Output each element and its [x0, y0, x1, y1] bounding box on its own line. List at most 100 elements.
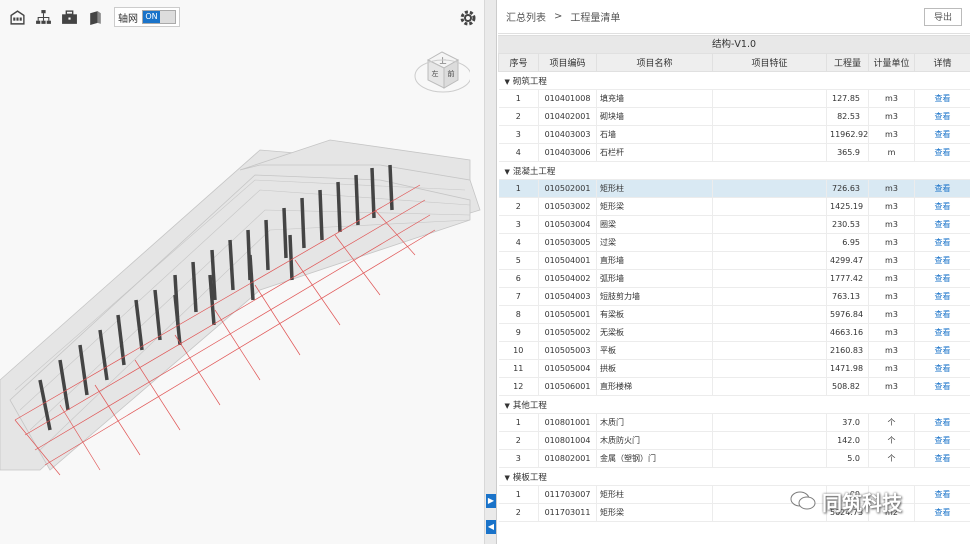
breadcrumb: 汇总列表 > 工程量清单 — [506, 9, 620, 24]
table-row[interactable]: 2 010503002 矩形梁 1425.19 m3 查看 — [498, 197, 970, 216]
view-link-cell: 查看 — [914, 179, 970, 198]
table-group-row[interactable]: ▼ 模板工程 — [498, 467, 970, 486]
table-row[interactable]: 9 010505002 无梁板 4663.16 m3 查看 — [498, 323, 970, 342]
table-group-row[interactable]: ▼ 混凝土工程 — [498, 161, 970, 180]
item-unit-cell: 个 — [868, 431, 915, 450]
toolbox-icon[interactable] — [58, 6, 80, 28]
axis-grid-toggle[interactable]: ON — [142, 10, 176, 24]
collapse-icon[interactable]: ▼ — [505, 78, 510, 86]
table-row[interactable]: 3 010403003 石墙 11962.92 m3 查看 — [498, 125, 970, 144]
table-header: 序号 项目编码 项目名称 项目特征 工程量 计量单位 详情 — [498, 53, 970, 72]
collapse-icon[interactable]: ▼ — [505, 474, 510, 482]
item-quantity-cell: 142.0 — [826, 431, 869, 450]
table-row[interactable]: 1 010502001 矩形柱 726.63 m3 查看 — [498, 179, 970, 198]
table-row[interactable]: 11 010505004 拱板 1471.98 m3 查看 — [498, 359, 970, 378]
table-row[interactable]: 10 010505003 平板 2160.83 m3 查看 — [498, 341, 970, 360]
item-name-cell: 石栏杆 — [596, 143, 713, 162]
item-code-cell: 010504001 — [538, 251, 597, 270]
table-row[interactable]: 2 011703011 矩形梁 5024.73 m2 查看 — [498, 503, 970, 522]
panel-splitter[interactable]: ▶ ◀ — [485, 0, 497, 544]
building-model[interactable] — [0, 110, 485, 540]
table-row[interactable]: 12 010506001 直形楼梯 508.82 m3 查看 — [498, 377, 970, 396]
row-index-cell: 5 — [498, 251, 539, 270]
view-link[interactable]: 查看 — [935, 238, 951, 247]
view-link-cell: 查看 — [914, 341, 970, 360]
gear-icon[interactable] — [458, 8, 478, 28]
view-link[interactable]: 查看 — [935, 220, 951, 229]
table-row[interactable]: 3 010802001 金属（塑钢）门 5.0 个 查看 — [498, 449, 970, 468]
table-row[interactable]: 8 010505001 有梁板 5976.84 m3 查看 — [498, 305, 970, 324]
item-code-cell: 010502001 — [538, 179, 597, 198]
box-icon[interactable] — [84, 6, 106, 28]
building-icon[interactable] — [6, 6, 28, 28]
item-unit-cell: m3 — [868, 341, 915, 360]
breadcrumb-root[interactable]: 汇总列表 — [506, 9, 546, 24]
quantity-table: 序号 项目编码 项目名称 项目特征 工程量 计量单位 详情 ▼ 砌筑工程 1 0104… — [498, 53, 970, 522]
item-feature-cell — [712, 197, 827, 216]
item-quantity-cell: 82.53 — [826, 107, 869, 126]
view-link[interactable]: 查看 — [935, 490, 951, 499]
item-name-cell: 矩形柱 — [596, 179, 713, 198]
view-link[interactable]: 查看 — [935, 346, 951, 355]
collapse-icon[interactable]: ▼ — [505, 168, 510, 176]
group-label: ▼ 混凝土工程 — [498, 161, 970, 180]
model-viewport[interactable]: 轴网 ON 上 左 前 — [0, 0, 485, 544]
view-cube[interactable]: 上 左 前 — [410, 48, 472, 108]
column-header: 序号 — [498, 53, 539, 72]
item-quantity-cell: 2160.83 — [826, 341, 869, 360]
view-link[interactable]: 查看 — [935, 508, 951, 517]
item-name-cell: 矩形梁 — [596, 197, 713, 216]
view-link[interactable]: 查看 — [935, 94, 951, 103]
table-row[interactable]: 6 010504002 弧形墙 1777.42 m3 查看 — [498, 269, 970, 288]
view-link[interactable]: 查看 — [935, 184, 951, 193]
view-link[interactable]: 查看 — [935, 382, 951, 391]
collapse-icon[interactable]: ▼ — [505, 402, 510, 410]
table-row[interactable]: 5 010504001 直形墙 4299.47 m3 查看 — [498, 251, 970, 270]
table-row[interactable]: 4 010503005 过梁 6.95 m3 查看 — [498, 233, 970, 252]
export-button[interactable]: 导出 — [924, 7, 962, 26]
item-name-cell: 有梁板 — [596, 305, 713, 324]
table-row[interactable]: 7 010504003 短肢剪力墙 763.13 m3 查看 — [498, 287, 970, 306]
view-link[interactable]: 查看 — [935, 292, 951, 301]
view-link[interactable]: 查看 — [935, 274, 951, 283]
view-link[interactable]: 查看 — [935, 364, 951, 373]
item-unit-cell: m — [868, 143, 915, 162]
view-link-cell: 查看 — [914, 89, 970, 108]
view-link[interactable]: 查看 — [935, 256, 951, 265]
row-index-cell: 1 — [498, 89, 539, 108]
view-link[interactable]: 查看 — [935, 310, 951, 319]
table-group-row[interactable]: ▼ 其他工程 — [498, 395, 970, 414]
row-index-cell: 1 — [498, 413, 539, 432]
expand-right-icon[interactable]: ▶ — [486, 494, 496, 508]
item-code-cell: 010506001 — [538, 377, 597, 396]
viewcube-left-label: 左 — [432, 69, 439, 78]
table-row[interactable]: 1 010801001 木质门 37.0 个 查看 — [498, 413, 970, 432]
hierarchy-icon[interactable] — [32, 6, 54, 28]
table-row[interactable]: 2 010402001 砌块墙 82.53 m3 查看 — [498, 107, 970, 126]
table-row[interactable]: 1 011703007 矩形柱 00 查看 — [498, 485, 970, 504]
view-link[interactable]: 查看 — [935, 454, 951, 463]
item-name-cell: 圈梁 — [596, 215, 713, 234]
view-link[interactable]: 查看 — [935, 130, 951, 139]
view-link[interactable]: 查看 — [935, 202, 951, 211]
table-row[interactable]: 1 010401008 填充墙 127.85 m3 查看 — [498, 89, 970, 108]
view-link[interactable]: 查看 — [935, 328, 951, 337]
table-group-row[interactable]: ▼ 砌筑工程 — [498, 71, 970, 90]
item-feature-cell — [712, 377, 827, 396]
view-link[interactable]: 查看 — [935, 112, 951, 121]
item-code-cell: 010503005 — [538, 233, 597, 252]
view-link[interactable]: 查看 — [935, 418, 951, 427]
quantity-panel: 汇总列表 > 工程量清单 导出 结构-V1.0 序号 项目编码 项目名称 项目特… — [498, 0, 970, 544]
table-row[interactable]: 4 010403006 石栏杆 365.9 m 查看 — [498, 143, 970, 162]
table-row[interactable]: 3 010503004 圈梁 230.53 m3 查看 — [498, 215, 970, 234]
item-name-cell: 弧形墙 — [596, 269, 713, 288]
item-code-cell: 010504002 — [538, 269, 597, 288]
item-name-cell: 拱板 — [596, 359, 713, 378]
view-link[interactable]: 查看 — [935, 148, 951, 157]
view-link[interactable]: 查看 — [935, 436, 951, 445]
item-unit-cell: m3 — [868, 107, 915, 126]
column-header: 详情 — [914, 53, 970, 72]
group-name: 砌筑工程 — [512, 76, 547, 87]
expand-left-icon[interactable]: ◀ — [486, 520, 496, 534]
table-row[interactable]: 2 010801004 木质防火门 142.0 个 查看 — [498, 431, 970, 450]
